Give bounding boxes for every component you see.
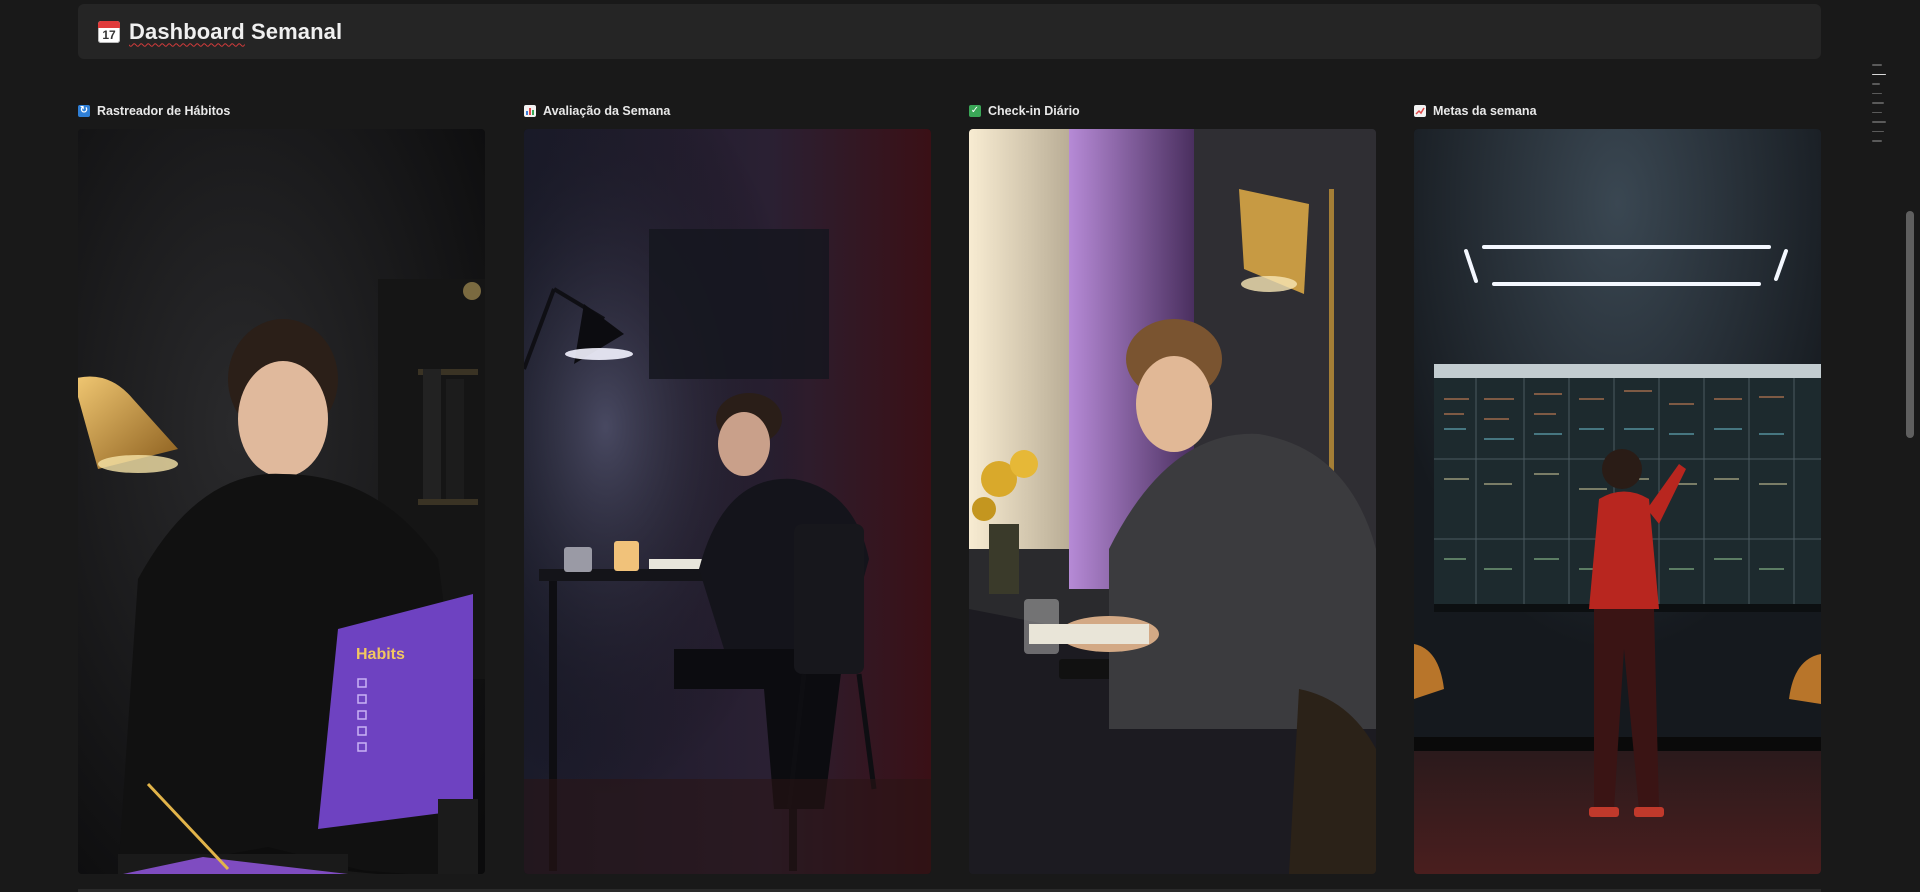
column-heading-habit-tracker[interactable]: ↻ Rastreador de Hábitos: [78, 100, 485, 122]
repeat-icon: ↻: [78, 105, 90, 117]
column-label: Rastreador de Hábitos: [97, 104, 231, 118]
column-weekly-goals: Metas da semana: [1414, 100, 1821, 874]
page-header: 17 Dashboard Semanal: [78, 4, 1821, 59]
column-habit-tracker: ↻ Rastreador de Hábitos Habits: [78, 100, 485, 874]
trend-chart-icon: [1414, 105, 1426, 117]
column-weekly-review: Avaliação da Semana: [524, 100, 931, 874]
column-label: Avaliação da Semana: [543, 104, 671, 118]
column-heading-weekly-review[interactable]: Avaliação da Semana: [524, 100, 931, 122]
check-mark-icon: ✓: [969, 105, 981, 117]
page-title-word-dashboard: Dashboard: [129, 18, 245, 44]
page-title[interactable]: Dashboard Semanal: [129, 19, 342, 45]
column-daily-checkin: ✓ Check-in Diário: [969, 100, 1376, 874]
daily-checkin-image: [969, 129, 1376, 874]
page-outline[interactable]: [1872, 64, 1886, 150]
column-label: Check-in Diário: [988, 104, 1080, 118]
notebook-cover-text: Habits: [356, 646, 405, 663]
weekly-goals-card[interactable]: [1414, 129, 1821, 874]
habit-tracker-image: Habits: [78, 129, 485, 874]
daily-checkin-card[interactable]: [969, 129, 1376, 874]
bar-chart-icon: [524, 105, 536, 117]
weekly-goals-image: [1414, 129, 1821, 874]
calendar-day: 17: [102, 27, 116, 42]
weekly-review-card[interactable]: [524, 129, 931, 874]
column-label: Metas da semana: [1433, 104, 1537, 118]
scrollbar-thumb[interactable]: [1906, 211, 1914, 438]
dashboard-page: 17 Dashboard Semanal ↻ Rastreador de Háb…: [0, 0, 1920, 892]
calendar-icon: 17: [98, 20, 120, 43]
habit-tracker-card[interactable]: Habits: [78, 129, 485, 874]
column-heading-daily-checkin[interactable]: ✓ Check-in Diário: [969, 100, 1376, 122]
column-heading-weekly-goals[interactable]: Metas da semana: [1414, 100, 1821, 122]
weekly-review-image: [524, 129, 931, 874]
page-title-word-semanal: Semanal: [244, 18, 343, 44]
